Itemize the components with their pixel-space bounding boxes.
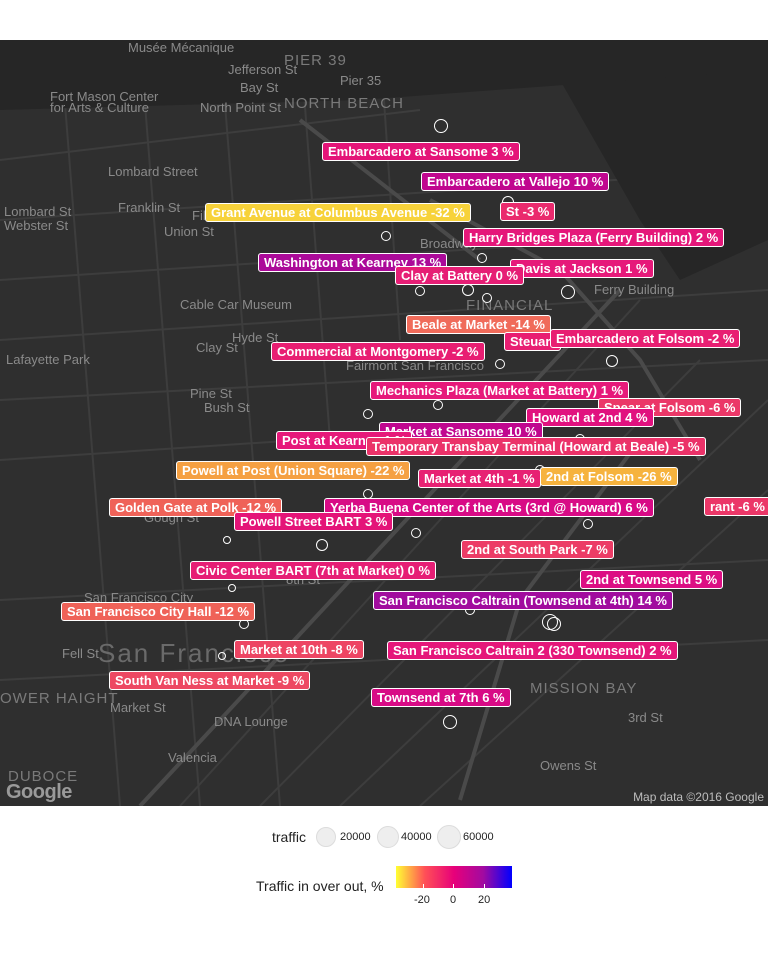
station-marker[interactable] bbox=[443, 715, 457, 729]
map-place-label: 3rd St bbox=[628, 710, 663, 725]
station-label[interactable]: Mechanics Plaza (Market at Battery) 1 % bbox=[370, 381, 630, 400]
map-place-label: Jefferson St bbox=[228, 62, 298, 77]
color-tick-label-1: -20 bbox=[414, 894, 430, 906]
station-marker[interactable] bbox=[433, 400, 443, 410]
map-place-label: FINANCIAL bbox=[466, 297, 554, 314]
size-legend-label-2: 40000 bbox=[401, 831, 432, 843]
station-label[interactable]: San Francisco City Hall -12 % bbox=[61, 602, 256, 621]
station-marker[interactable] bbox=[363, 409, 373, 419]
station-label[interactable]: Grant Avenue at Columbus Avenue -32 % bbox=[205, 203, 471, 222]
map-place-label: Market St bbox=[110, 700, 166, 715]
map-place-label: Musée Mécanique bbox=[128, 40, 235, 55]
map-place-label: Pine St bbox=[190, 386, 232, 401]
station-label[interactable]: Powell at Post (Union Square) -22 % bbox=[176, 461, 411, 480]
map-place-label: Lafayette Park bbox=[6, 352, 90, 367]
station-marker[interactable] bbox=[477, 253, 487, 263]
station-label[interactable]: Temporary Transbay Terminal (Howard at B… bbox=[366, 437, 706, 456]
station-marker[interactable] bbox=[381, 231, 391, 241]
map-place-label: Owens St bbox=[540, 758, 597, 773]
station-label[interactable]: Civic Center BART (7th at Market) 0 % bbox=[190, 561, 437, 580]
map-area[interactable]: Musée Mécanique PIER 39 Jefferson St Bay St… bbox=[0, 40, 768, 806]
color-tick-mark-2 bbox=[453, 884, 454, 888]
color-tick-mark-1 bbox=[423, 884, 424, 888]
map-place-label: Ferry Building bbox=[594, 282, 675, 297]
station-label[interactable]: San Francisco Caltrain (Townsend at 4th)… bbox=[373, 591, 673, 610]
station-marker[interactable] bbox=[606, 355, 618, 367]
station-marker[interactable] bbox=[223, 536, 231, 544]
map-place-label: MISSION BAY bbox=[530, 680, 638, 697]
station-label[interactable]: Harry Bridges Plaza (Ferry Building) 2 % bbox=[463, 228, 725, 247]
station-label[interactable]: Market at 4th -1 % bbox=[418, 469, 541, 488]
color-legend-gradient bbox=[396, 866, 512, 888]
station-label[interactable]: Market at 10th -8 % bbox=[234, 640, 364, 659]
station-label[interactable]: 2nd at Folsom -26 % bbox=[540, 467, 678, 486]
map-place-label: Pier 35 bbox=[340, 73, 382, 88]
map-place-label: Bay St bbox=[240, 80, 279, 95]
station-marker[interactable] bbox=[547, 617, 561, 631]
station-label[interactable]: rant -6 % bbox=[704, 497, 768, 516]
station-label[interactable]: Embarcadero at Vallejo 10 % bbox=[421, 172, 610, 191]
map-attribution: Map data ©2016 Google bbox=[633, 790, 764, 804]
station-marker[interactable] bbox=[228, 584, 236, 592]
station-label[interactable]: Embarcadero at Folsom -2 % bbox=[550, 329, 741, 348]
map-place-label: DNA Lounge bbox=[214, 714, 288, 729]
map-place-label: Union St bbox=[164, 224, 214, 239]
station-marker[interactable] bbox=[411, 528, 421, 538]
station-label[interactable]: 2nd at Townsend 5 % bbox=[580, 570, 724, 589]
station-label[interactable]: San Francisco Caltrain 2 (330 Townsend) … bbox=[387, 641, 678, 660]
map-place-label: Bush St bbox=[204, 400, 250, 415]
station-marker[interactable] bbox=[583, 519, 593, 529]
station-label[interactable]: Embarcadero at Sansome 3 % bbox=[322, 142, 520, 161]
size-legend-swatch-1 bbox=[316, 827, 336, 847]
station-label[interactable]: Clay at Battery 0 % bbox=[395, 266, 525, 285]
station-label[interactable]: Commercial at Montgomery -2 % bbox=[271, 342, 485, 361]
size-legend-swatch-2 bbox=[377, 826, 399, 848]
station-marker[interactable] bbox=[434, 119, 448, 133]
station-marker[interactable] bbox=[415, 286, 425, 296]
station-label[interactable]: Howard at 2nd 4 % bbox=[526, 408, 654, 427]
station-marker[interactable] bbox=[495, 359, 505, 369]
map-place-label: NORTH BEACH bbox=[284, 95, 404, 112]
size-legend-label-1: 20000 bbox=[340, 831, 371, 843]
map-place-label: Lombard St bbox=[4, 204, 72, 219]
color-legend-title: Traffic in over out, % bbox=[256, 878, 384, 894]
color-tick-label-3: 20 bbox=[478, 894, 491, 906]
station-label[interactable]: Powell Street BART 3 % bbox=[234, 512, 394, 531]
station-label[interactable]: Townsend at 7th 6 % bbox=[371, 688, 511, 707]
color-tick-label-2: 0 bbox=[450, 894, 457, 906]
station-marker[interactable] bbox=[462, 284, 474, 296]
map-place-label: Webster St bbox=[4, 218, 69, 233]
station-label[interactable]: Davis at Jackson 1 % bbox=[510, 259, 654, 278]
map-place-label: OWER HAIGHT bbox=[0, 690, 119, 707]
size-legend-title: traffic bbox=[272, 829, 306, 845]
map-place-label: for Arts & Culture bbox=[50, 100, 149, 115]
size-legend-swatch-3 bbox=[437, 825, 461, 849]
map-place-label: Franklin St bbox=[118, 200, 181, 215]
color-tick-mark-3 bbox=[484, 884, 485, 888]
google-logo: Google bbox=[6, 781, 72, 803]
station-label[interactable]: South Van Ness at Market -9 % bbox=[109, 671, 311, 690]
station-label[interactable]: 2nd at South Park -7 % bbox=[461, 540, 614, 559]
map-place-label: Cable Car Museum bbox=[180, 297, 292, 312]
station-marker[interactable] bbox=[316, 539, 328, 551]
map-place-label: North Point St bbox=[200, 100, 281, 115]
station-marker[interactable] bbox=[218, 652, 226, 660]
station-marker[interactable] bbox=[561, 285, 575, 299]
map-place-label: Fell St bbox=[62, 646, 99, 661]
map-place-label: Lombard Street bbox=[108, 164, 198, 179]
map-place-label: Valencia bbox=[168, 750, 217, 765]
station-label[interactable]: St -3 % bbox=[500, 202, 556, 221]
station-marker[interactable] bbox=[482, 293, 492, 303]
size-legend-label-3: 60000 bbox=[463, 831, 494, 843]
